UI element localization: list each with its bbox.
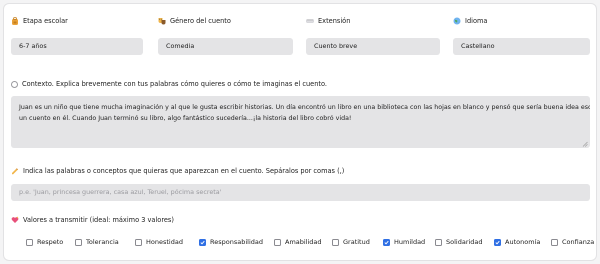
- checkbox-gratitud[interactable]: [332, 238, 339, 246]
- etapa-label-text: Etapa escolar: [23, 17, 68, 25]
- genero-label-text: Género del cuento: [170, 17, 231, 25]
- context-text-line-1: Juan es un niño que tiene mucha imaginac…: [19, 104, 590, 111]
- checkbox-tolerancia[interactable]: [75, 238, 82, 246]
- context-textarea[interactable]: Juan es un niño que tiene mucha imaginac…: [11, 96, 590, 148]
- valor-amabilidad[interactable]: Amabilidad: [274, 238, 332, 246]
- checkbox-honestidad[interactable]: [135, 238, 142, 246]
- valor-amabilidad-label: Amabilidad: [285, 238, 322, 246]
- extension-label: Extensión: [306, 16, 350, 26]
- checkbox-autonomia[interactable]: [494, 238, 501, 246]
- checkbox-solidaridad[interactable]: [435, 238, 442, 246]
- context-label-text: Contexto. Explica brevemente con tus pal…: [22, 80, 327, 88]
- context-radio[interactable]: [11, 80, 18, 88]
- valores-label-text: Valores a transmitir (ideal: máximo 3 va…: [23, 216, 174, 224]
- genero-select[interactable]: Comedia: [158, 38, 293, 55]
- valor-confianza-label: Confianza: [562, 238, 595, 246]
- valor-confianza[interactable]: Confianza: [551, 238, 594, 246]
- valor-gratitud-label: Gratitud: [343, 238, 370, 246]
- checkbox-humildad[interactable]: [383, 238, 390, 246]
- writing-hand-icon: [11, 167, 19, 175]
- idioma-label: Idioma: [453, 16, 487, 26]
- valor-honestidad-label: Honestidad: [146, 238, 183, 246]
- valor-tolerancia[interactable]: Tolerancia: [75, 238, 135, 246]
- valores-checkbox-row: Respeto Tolerancia Honestidad Responsabi…: [26, 237, 594, 247]
- checkbox-responsabilidad[interactable]: [199, 238, 206, 246]
- valor-honestidad[interactable]: Honestidad: [135, 238, 199, 246]
- resize-handle-icon[interactable]: [582, 140, 588, 147]
- idioma-label-text: Idioma: [465, 17, 488, 25]
- context-text-line-2: un cuento en él. Cuando Juan terminó su …: [19, 115, 352, 122]
- valor-humildad[interactable]: Humildad: [383, 238, 435, 246]
- valor-responsabilidad-label: Responsabilidad: [210, 238, 263, 246]
- valor-solidaridad[interactable]: Solidaridad: [435, 238, 494, 246]
- extension-select[interactable]: Cuento breve: [306, 38, 440, 55]
- etapa-select[interactable]: 6-7 años: [11, 38, 143, 55]
- valor-autonomia[interactable]: Autonomía: [494, 238, 551, 246]
- extension-label-text: Extensión: [318, 17, 351, 25]
- checkbox-amabilidad[interactable]: [274, 238, 281, 246]
- globe-icon: [453, 17, 461, 25]
- context-label: Contexto. Explica brevemente con tus pal…: [11, 79, 327, 89]
- checkbox-confianza[interactable]: [551, 238, 558, 246]
- valor-respeto-label: Respeto: [37, 238, 64, 246]
- etapa-label: Etapa escolar: [11, 16, 68, 26]
- valor-solidaridad-label: Solidaridad: [446, 238, 483, 246]
- idioma-select[interactable]: Castellano: [453, 38, 590, 55]
- valores-label: Valores a transmitir (ideal: máximo 3 va…: [11, 215, 174, 225]
- ruler-icon: [306, 17, 314, 25]
- valor-gratitud[interactable]: Gratitud: [332, 238, 383, 246]
- valor-tolerancia-label: Tolerancia: [86, 238, 119, 246]
- keywords-label-text: Indica las palabras o conceptos que quie…: [23, 167, 345, 175]
- valor-responsabilidad[interactable]: Responsabilidad: [199, 238, 274, 246]
- keywords-input[interactable]: p.e. 'Juan, princesa guerrera, casa azul…: [11, 184, 590, 201]
- theater-masks-icon: [158, 17, 166, 25]
- backpack-icon: [11, 17, 19, 25]
- checkbox-respeto[interactable]: [26, 238, 33, 246]
- heart-icon: [11, 216, 19, 224]
- keywords-label: Indica las palabras o conceptos que quie…: [11, 166, 344, 176]
- genero-label: Género del cuento: [158, 16, 231, 26]
- valor-autonomia-label: Autonomía: [505, 238, 541, 246]
- valor-humildad-label: Humildad: [394, 238, 426, 246]
- valor-respeto[interactable]: Respeto: [26, 238, 75, 246]
